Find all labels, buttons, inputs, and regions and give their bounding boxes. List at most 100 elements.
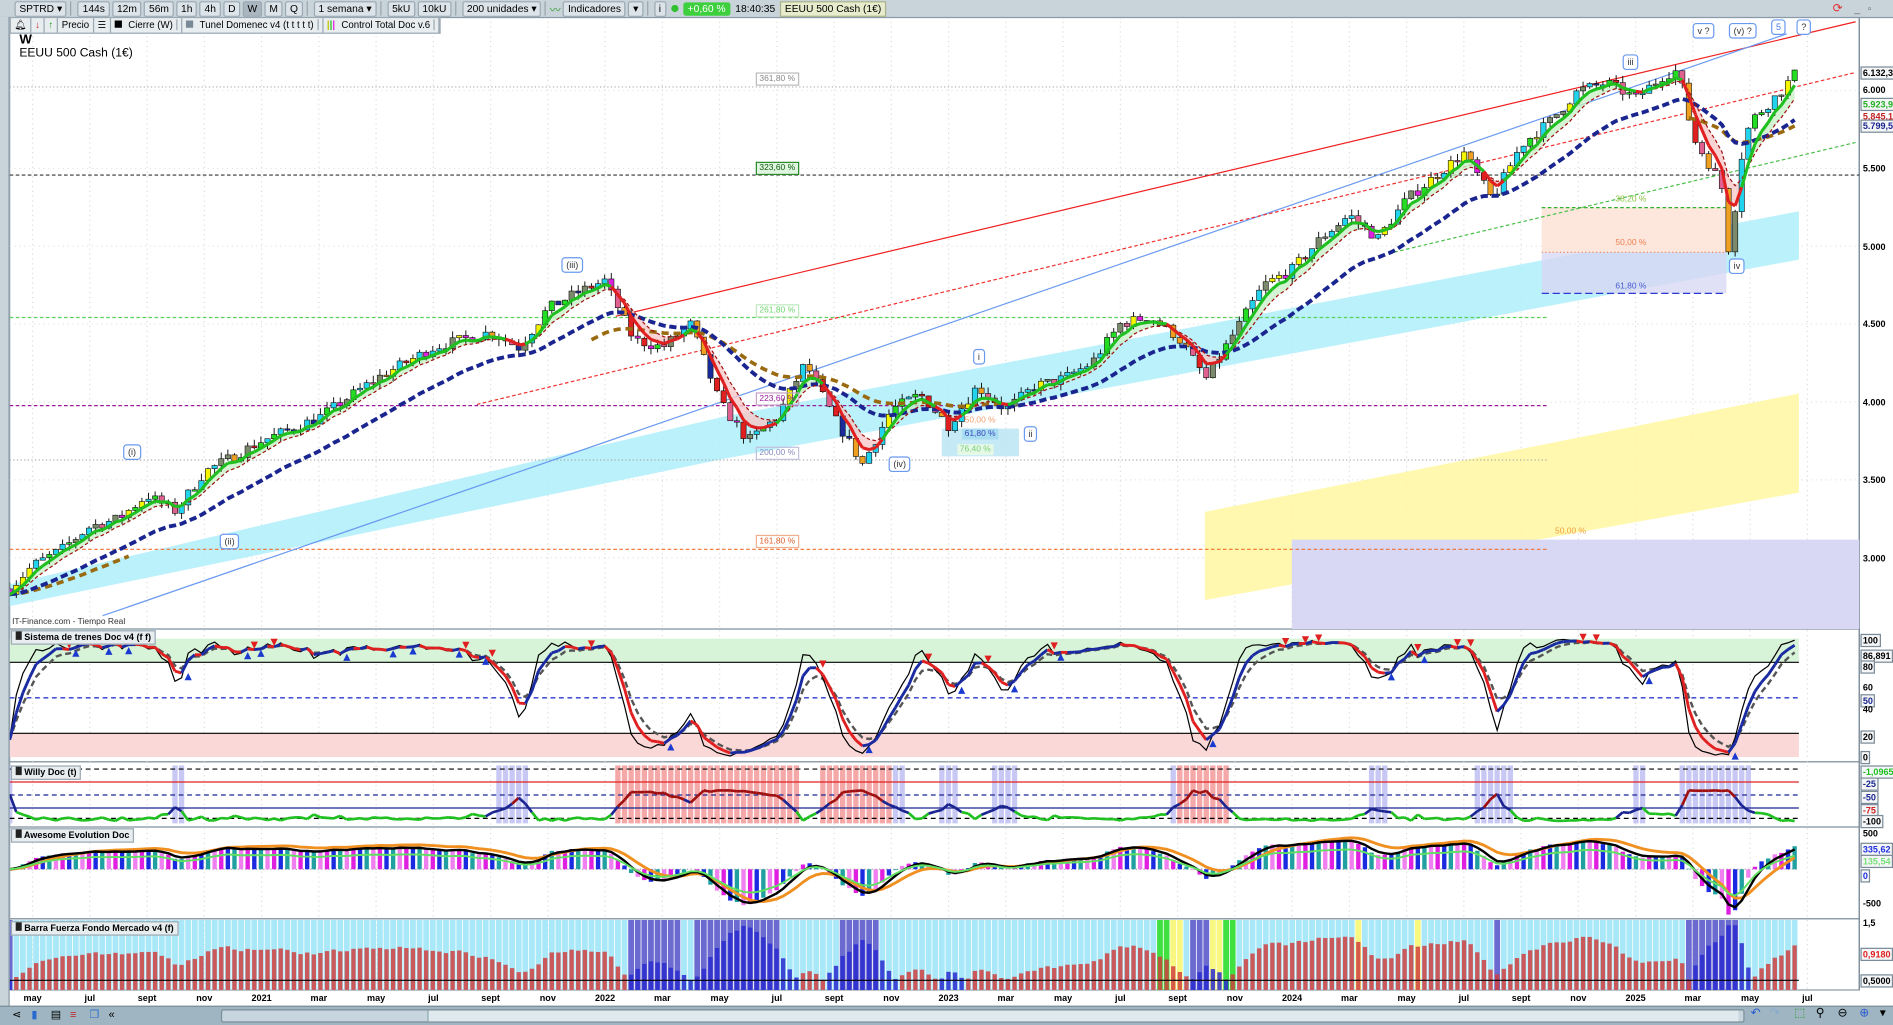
barra-bar	[232, 950, 236, 990]
scrollbar-thumb[interactable]	[427, 1011, 1738, 1022]
barra-bar	[153, 952, 157, 990]
awesome-bar	[279, 848, 283, 869]
period-selector[interactable]: 1 semana ▾	[314, 1, 377, 17]
refresh-icon[interactable]: ⟳	[1833, 2, 1843, 15]
left-toolbar[interactable]	[0, 17, 10, 1007]
barra-bar	[318, 953, 322, 990]
wave-label[interactable]: v ?	[1693, 23, 1715, 39]
chart-canvas[interactable]	[0, 0, 1893, 1024]
interval-12m[interactable]: 12m	[112, 1, 142, 17]
barra-bar	[1019, 973, 1023, 990]
template-icon[interactable]: ▮	[31, 1008, 37, 1021]
awesome-bar	[1753, 867, 1757, 870]
interval-q[interactable]: Q	[285, 1, 303, 17]
trenes-slow-line	[1239, 663, 1246, 677]
willy-stripe	[847, 765, 852, 823]
panel-title-trenes-label: Sistema de trenes Doc v4 (f f)	[24, 631, 151, 642]
units-5k[interactable]: 5kU	[387, 1, 415, 17]
interval-4h[interactable]: 4h	[200, 1, 221, 17]
alert-bell-icon[interactable]: 🔔︎	[11, 18, 32, 32]
fib-label: 261,80 %	[756, 304, 799, 317]
zoom-fit-icon[interactable]: ⚲	[1816, 1007, 1825, 1020]
panel-title-willy[interactable]: Willy Doc (t)	[11, 765, 81, 779]
barra-bar	[1673, 959, 1677, 990]
ema-fast	[96, 530, 103, 531]
wave-label[interactable]: ?	[1796, 19, 1811, 35]
barra-bar	[1455, 942, 1459, 990]
more-tools-icon[interactable]: ▾	[1880, 1007, 1886, 1020]
cursor-tool-icon[interactable]: ⬚	[1794, 1007, 1805, 1020]
wave-label[interactable]: 5	[1771, 19, 1786, 35]
barra-bar	[1250, 954, 1254, 990]
willy-stripe	[939, 765, 944, 823]
time-tick: sept	[1168, 992, 1187, 1003]
willy-line	[962, 812, 969, 813]
panel-title-barra[interactable]: Barra Fuerza Fondo Mercado v4 (f)	[11, 921, 179, 935]
interval-1h[interactable]: 1h	[176, 1, 197, 17]
scroll-start-icon[interactable]: «	[109, 1008, 115, 1020]
barra-bar	[265, 950, 269, 990]
indicators-icon[interactable]: 〰	[550, 1, 561, 17]
barra-bar	[788, 969, 792, 990]
awesome-bar	[1607, 845, 1611, 869]
redo-icon[interactable]: ↷	[1770, 1007, 1780, 1020]
horizontal-scrollbar[interactable]	[221, 1009, 1745, 1022]
share-icon[interactable]: ⋖	[12, 1008, 21, 1021]
panel-title-awesome[interactable]: Awesome Evolution Doc	[11, 828, 134, 842]
count-selector[interactable]: 200 unidades ▾	[462, 1, 541, 17]
sell-arrow-icon[interactable]: ↓	[32, 18, 45, 32]
willy-line	[935, 810, 942, 812]
wave-label[interactable]: iv	[1729, 258, 1745, 274]
restore-icon[interactable]: ▫	[1868, 2, 1872, 14]
interval-144s[interactable]: 144s	[78, 1, 110, 17]
indicators-menu[interactable]: ▾	[628, 1, 643, 17]
wave-label[interactable]: i	[973, 349, 985, 365]
buy-arrow-icon[interactable]: ↑	[45, 18, 58, 32]
interval-56m[interactable]: 56m	[144, 1, 174, 17]
legend-tunnel[interactable]: Tunel Domenec v4 (t t t t t)	[182, 18, 323, 32]
wave-label[interactable]: (v) ?	[1729, 23, 1757, 39]
legend-control[interactable]: ||| Control Total Doc v.6	[323, 18, 440, 32]
candle	[1263, 282, 1268, 290]
trenes-slow-line	[1001, 682, 1008, 685]
zoom-in-icon[interactable]: ⊕	[1859, 1007, 1869, 1020]
wave-label[interactable]: (iv)	[889, 456, 911, 472]
units-10k[interactable]: 10kU	[418, 1, 452, 17]
wave-label[interactable]: iii	[1623, 54, 1639, 70]
wave-label[interactable]: (i)	[123, 444, 141, 460]
candle	[602, 279, 607, 284]
interval-d[interactable]: D	[223, 1, 240, 17]
zoom-out-icon[interactable]: ⊖	[1838, 1007, 1848, 1020]
indicators-button[interactable]: Indicadores	[563, 1, 626, 17]
barra-bar	[305, 953, 309, 990]
wave-label[interactable]: (iii)	[561, 257, 583, 273]
legend-close[interactable]: Cierre (W)	[111, 18, 182, 32]
windows-icon[interactable]: ❐	[89, 1008, 99, 1021]
candle	[1534, 137, 1539, 138]
wave-label[interactable]: ii	[1024, 426, 1038, 442]
barra-bar	[1178, 972, 1182, 990]
barra-bar	[345, 951, 349, 990]
willy-stripe	[1706, 765, 1711, 823]
barra-bar	[1740, 943, 1744, 990]
willy-line	[1001, 806, 1008, 808]
interval-m[interactable]: M	[264, 1, 282, 17]
report-icon[interactable]: ▤	[51, 1008, 61, 1021]
ema-fast	[948, 419, 955, 420]
levels-icon[interactable]: ≡	[70, 1008, 76, 1020]
awesome-bar	[1746, 869, 1750, 877]
minimize-icon[interactable]: _	[1854, 2, 1860, 14]
willy-line	[234, 816, 241, 818]
wave-label[interactable]: (ii)	[220, 534, 240, 550]
undo-icon[interactable]: ↶	[1751, 1007, 1761, 1020]
time-tick: 2023	[939, 992, 959, 1003]
info-icon[interactable]: i	[654, 1, 666, 17]
panel-title-trenes[interactable]: Sistema de trenes Doc v4 (f f)	[11, 630, 156, 644]
barra-bar	[1614, 947, 1618, 990]
barra-bar	[761, 937, 765, 990]
legend-price[interactable]: Precio	[58, 18, 94, 32]
willy-stripe	[1719, 765, 1724, 823]
list-icon[interactable]: ☰	[94, 18, 111, 32]
symbol-selector[interactable]: SPTRD ▾	[14, 1, 66, 17]
interval-w[interactable]: W	[243, 1, 262, 17]
